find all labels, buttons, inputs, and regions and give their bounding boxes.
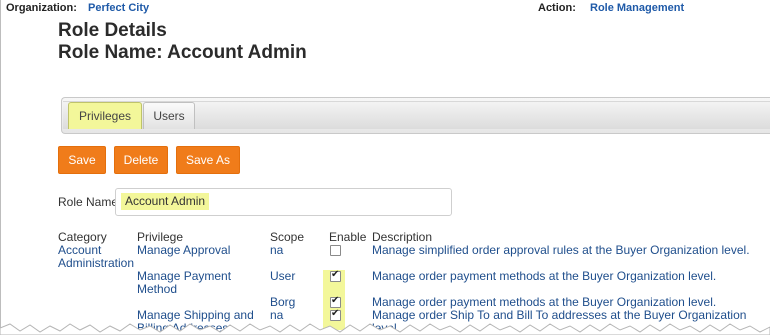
torn-edge: [0, 323, 770, 335]
save-as-button[interactable]: Save As: [176, 146, 240, 174]
scope-cell: na: [270, 243, 284, 257]
role-name-value: Account Admin: [121, 193, 210, 210]
action-label: Action:: [538, 2, 576, 14]
description-cell: Manage simplified order approval rules a…: [372, 243, 750, 257]
tab-users[interactable]: Users: [143, 102, 195, 129]
tab-privileges[interactable]: Privileges: [68, 102, 142, 129]
description-cell: Manage order payment methods at the Buye…: [372, 269, 717, 283]
check-icon: ✔: [331, 269, 340, 280]
header-enable: Enable: [329, 230, 367, 244]
organization-label: Organization:: [6, 2, 77, 14]
organization-value[interactable]: Perfect City: [88, 2, 149, 14]
check-icon: ✔: [331, 295, 340, 306]
privilege-cell: Manage Approval: [137, 243, 231, 257]
enable-checkbox[interactable]: ✔: [330, 308, 341, 321]
action-value[interactable]: Role Management: [590, 2, 684, 14]
save-button[interactable]: Save: [58, 146, 106, 174]
enable-checkbox[interactable]: [330, 245, 341, 256]
scope-cell: User: [270, 269, 296, 283]
enable-checkbox[interactable]: ✔: [330, 295, 341, 308]
privilege-cell: Manage Payment Method: [137, 269, 232, 296]
page-title: Role Details: [58, 20, 167, 41]
frame-border: [0, 0, 1, 335]
check-icon: ✔: [331, 308, 340, 319]
enable-checkbox[interactable]: ✔: [330, 269, 341, 282]
role-name-label: Role Name: [58, 195, 119, 209]
page-subtitle: Role Name: Account Admin: [58, 42, 307, 63]
category-cell: Account Administration: [58, 243, 135, 270]
context-bar: Organization: Perfect City Action: Role …: [6, 2, 770, 16]
delete-button[interactable]: Delete: [114, 146, 168, 174]
